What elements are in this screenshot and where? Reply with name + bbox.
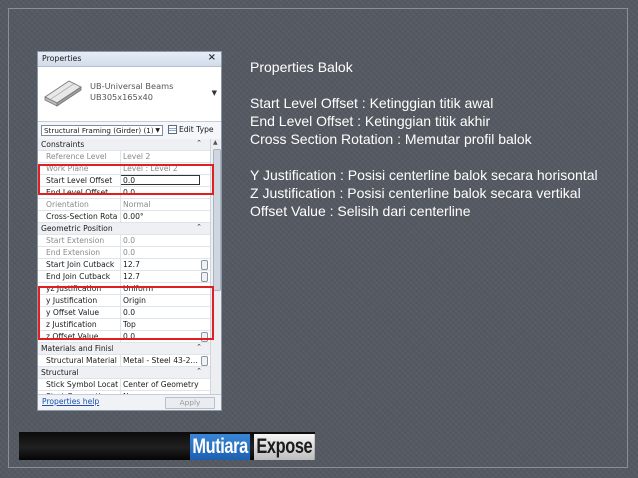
property-value[interactable]: 0.0 bbox=[120, 235, 210, 246]
edit-type-button[interactable]: Edit Type bbox=[168, 125, 214, 134]
property-label: y Justification bbox=[46, 296, 98, 305]
group-label: Materials and Finishes bbox=[41, 344, 113, 353]
property-value[interactable]: 0.0 bbox=[120, 331, 210, 342]
property-label: Start Join Cutback bbox=[46, 260, 115, 269]
palette-title: Properties bbox=[42, 54, 82, 63]
property-label: End Join Cutback bbox=[46, 272, 111, 281]
property-label: Reference Level bbox=[46, 152, 107, 161]
logo-expose: Expose bbox=[254, 434, 315, 460]
palette-footer: Properties help Apply bbox=[38, 394, 221, 410]
property-grid: Constraints ⌃ Reference Level Level 2 Work P… bbox=[38, 139, 210, 403]
collapse-icon[interactable]: ⌃ bbox=[196, 139, 202, 147]
value-browse-icon[interactable] bbox=[201, 332, 208, 342]
property-row[interactable]: yz Justification Uniform bbox=[38, 283, 210, 295]
property-row[interactable]: Start Extension 0.0 bbox=[38, 235, 210, 247]
property-row[interactable]: End Extension 0.0 bbox=[38, 247, 210, 259]
chevron-down-icon: ▼ bbox=[155, 127, 160, 134]
property-value[interactable]: 12.7 bbox=[120, 271, 210, 282]
note-line: End Level Offset : Ketinggian titik akhi… bbox=[250, 113, 491, 129]
property-value[interactable]: Top bbox=[120, 319, 210, 330]
property-row[interactable]: z Offset Value 0.0 bbox=[38, 331, 210, 343]
property-group-header[interactable]: Materials and Finishes ⌃ bbox=[38, 343, 210, 355]
property-value[interactable]: 0.00° bbox=[120, 211, 210, 222]
type-selector[interactable]: UB-Universal Beams UB305x165x40 ▼ bbox=[38, 67, 221, 122]
palette-scrollbar[interactable]: ▲ ▼ bbox=[210, 139, 221, 410]
beam-icon bbox=[44, 80, 82, 107]
property-label: Work Plane bbox=[46, 164, 89, 173]
property-label: z Offset Value bbox=[46, 332, 99, 341]
property-row[interactable]: y Offset Value 0.0 bbox=[38, 307, 210, 319]
value-browse-icon[interactable] bbox=[201, 356, 208, 366]
note-line: Offset Value : Selisih dari centerline bbox=[250, 203, 471, 219]
property-value[interactable]: Center of Geometry bbox=[120, 379, 210, 390]
property-value[interactable]: Uniform bbox=[120, 283, 210, 294]
property-group-header[interactable]: Geometric Position ⌃ bbox=[38, 223, 210, 235]
property-label: Structural Material bbox=[46, 356, 117, 365]
property-row[interactable]: Work Plane Level : Level 2 bbox=[38, 163, 210, 175]
property-group-header[interactable]: Structural ⌃ bbox=[38, 367, 210, 379]
dropdown-arrow-icon[interactable]: ▼ bbox=[212, 89, 217, 97]
type-family-label: UB-Universal Beams bbox=[90, 81, 174, 91]
notes-heading: Properties Balok bbox=[250, 59, 353, 75]
note-line: Z Justification : Posisi centerline balo… bbox=[250, 185, 581, 201]
edit-type-label: Edit Type bbox=[179, 125, 214, 134]
note-line: Start Level Offset : Ketinggian titik aw… bbox=[250, 95, 494, 111]
property-row[interactable]: Orientation Normal bbox=[38, 199, 210, 211]
group-label: Geometric Position bbox=[41, 224, 113, 233]
property-row[interactable]: Reference Level Level 2 bbox=[38, 151, 210, 163]
type-name-label: UB305x165x40 bbox=[90, 92, 153, 102]
property-label: End Level Offset bbox=[46, 188, 109, 197]
property-value[interactable]: Normal bbox=[120, 199, 210, 210]
value-browse-icon[interactable] bbox=[201, 272, 208, 282]
property-row[interactable]: Cross-Section Rota... 0.00° bbox=[38, 211, 210, 223]
collapse-icon[interactable]: ⌃ bbox=[196, 367, 202, 375]
property-label: End Extension bbox=[46, 248, 101, 257]
property-row[interactable]: Start Join Cutback 12.7 bbox=[38, 259, 210, 271]
property-value[interactable]: 0.0 bbox=[120, 187, 210, 198]
note-line: Y Justification : Posisi centerline balo… bbox=[250, 167, 598, 183]
property-label: Orientation bbox=[46, 200, 89, 209]
property-label: Start Level Offset bbox=[46, 176, 113, 185]
instance-filter-value: Structural Framing (Girder) (1) bbox=[44, 126, 154, 135]
property-value[interactable]: Level : Level 2 bbox=[120, 163, 210, 174]
scroll-up-icon[interactable]: ▲ bbox=[213, 139, 218, 146]
property-value[interactable]: 12.7 bbox=[120, 259, 210, 270]
property-value[interactable]: Origin bbox=[120, 295, 210, 306]
property-value[interactable]: 0.0 bbox=[120, 247, 210, 258]
group-label: Constraints bbox=[41, 140, 85, 149]
property-value[interactable]: 0.0 bbox=[120, 175, 210, 186]
note-line: Cross Section Rotation : Memutar profil … bbox=[250, 131, 532, 147]
close-icon[interactable]: × bbox=[208, 52, 216, 63]
property-row[interactable]: Structural Material Metal - Steel 43-2... bbox=[38, 355, 210, 367]
property-label: yz Justification bbox=[46, 284, 102, 293]
collapse-icon[interactable]: ⌃ bbox=[196, 223, 202, 231]
property-group-header[interactable]: Constraints ⌃ bbox=[38, 139, 210, 151]
property-row[interactable]: z Justification Top bbox=[38, 319, 210, 331]
property-label: Stick Symbol Locat... bbox=[46, 380, 118, 389]
slide-notes: Properties Balok Start Level Offset : Ke… bbox=[250, 58, 620, 220]
property-row[interactable]: End Level Offset 0.0 bbox=[38, 187, 210, 199]
property-label: Start Extension bbox=[46, 236, 105, 245]
instance-filter-dropdown[interactable]: Structural Framing (Girder) (1) ▼ bbox=[41, 125, 163, 136]
scrollbar-thumb[interactable] bbox=[213, 149, 221, 291]
group-label: Structural bbox=[41, 368, 79, 377]
property-value[interactable]: 0.0 bbox=[120, 307, 210, 318]
properties-help-link[interactable]: Properties help bbox=[42, 397, 99, 406]
property-row[interactable]: y Justification Origin bbox=[38, 295, 210, 307]
property-row[interactable]: End Join Cutback 12.7 bbox=[38, 271, 210, 283]
palette-title-bar: Properties × bbox=[38, 52, 221, 67]
property-value[interactable]: Level 2 bbox=[120, 151, 210, 162]
value-browse-icon[interactable] bbox=[201, 260, 208, 270]
property-label: Cross-Section Rota... bbox=[46, 212, 118, 221]
property-label: z Justification bbox=[46, 320, 97, 329]
edit-type-icon bbox=[168, 125, 177, 134]
property-label: y Offset Value bbox=[46, 308, 99, 317]
property-row[interactable]: Stick Symbol Locat... Center of Geometry bbox=[38, 379, 210, 391]
properties-palette: Properties × UB-Universal Beams UB305x16… bbox=[37, 51, 222, 411]
apply-button[interactable]: Apply bbox=[165, 397, 215, 409]
logo-mutiara: Mutiara bbox=[190, 434, 251, 460]
property-value[interactable]: Metal - Steel 43-2... bbox=[120, 355, 210, 366]
collapse-icon[interactable]: ⌃ bbox=[196, 343, 202, 351]
property-row[interactable]: Start Level Offset 0.0 bbox=[38, 175, 210, 187]
